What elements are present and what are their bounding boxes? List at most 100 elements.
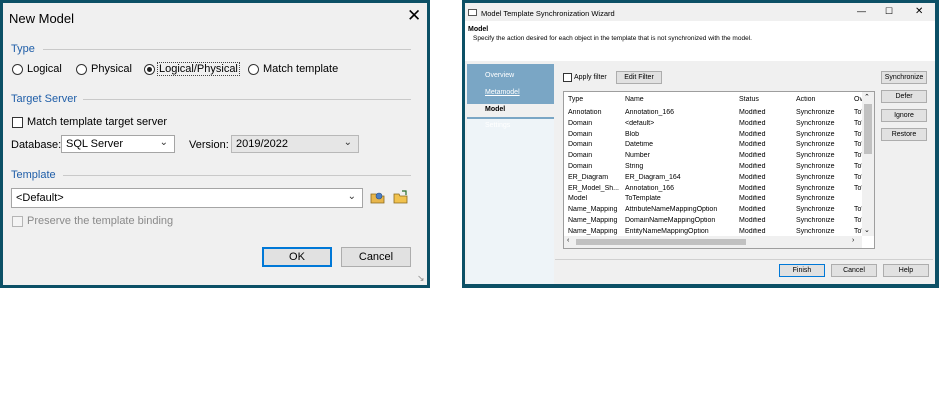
radio-physical[interactable] (76, 64, 87, 75)
table-cell: Name_Mapping (568, 217, 618, 224)
scroll-left-icon[interactable]: ‹ (567, 237, 569, 244)
match-target-server-checkbox[interactable] (12, 117, 23, 128)
table-cell: ER_Diagram_164 (625, 173, 681, 181)
table-cell: Synchronize (796, 195, 835, 203)
table-cell: Modified (739, 163, 766, 170)
apply-filter-checkbox[interactable] (563, 73, 572, 82)
table-cell: AttributeNameMappingOption (625, 206, 718, 214)
table-row[interactable]: Domain <default> Modified Synchronize To' (564, 120, 862, 130)
table-cell: Synchronize (796, 152, 835, 160)
nav-item-model[interactable]: Model (485, 106, 505, 113)
table-cell: To' (854, 141, 862, 149)
radio-logical[interactable] (12, 64, 23, 75)
table-row[interactable]: Name_Mapping AttributeNameMappingOption Mo… (564, 206, 862, 216)
close-icon[interactable]: ✕ (407, 6, 421, 26)
version-value: 2019/2022 (236, 138, 288, 150)
defer-button[interactable]: Defer (881, 90, 927, 103)
nav-item-metamodel[interactable]: Metamodel (485, 89, 520, 96)
chevron-down-icon: ⌄ (159, 137, 168, 148)
table-cell: Domain (568, 152, 593, 160)
table-cell: Annotation_166 (625, 184, 675, 192)
scroll-up-icon[interactable]: ⌃ (864, 93, 870, 101)
help-button[interactable]: Help (883, 264, 929, 277)
table-row[interactable]: Domain Number Modified Synchronize To' (564, 152, 862, 162)
match-target-server-label[interactable]: Match template target server (27, 116, 167, 128)
table-cell: ToTemplate (625, 195, 661, 203)
ignore-button[interactable]: Ignore (881, 109, 927, 122)
table-cell: Modified (739, 173, 766, 181)
table-cell: Domain (568, 130, 593, 138)
wizard-header: Model Specify the action desired for eac… (465, 21, 935, 61)
table-cell: Blob (625, 130, 640, 138)
horizontal-scrollbar[interactable]: ‹ › (564, 236, 862, 248)
radio-match-template-label[interactable]: Match template (263, 63, 338, 75)
synchronize-button[interactable]: Synchronize (881, 71, 927, 84)
type-section-label: Type (11, 43, 35, 55)
table-cell: To' (854, 217, 862, 224)
column-header[interactable]: Type (568, 96, 624, 103)
table-cell: To' (854, 152, 862, 160)
table-row[interactable]: Name_Mapping DomainNameMappingOption Modif… (564, 217, 862, 227)
table-row[interactable]: Annotation Annotation_166 Modified Synchron… (564, 109, 862, 119)
preserve-binding-checkbox[interactable] (12, 216, 23, 227)
hscroll-thumb[interactable] (576, 239, 746, 245)
nav-selected-highlight (467, 104, 554, 117)
table-row[interactable]: Domain Datetime Modified Synchronize To' (564, 141, 862, 151)
radio-physical-label[interactable]: Physical (91, 63, 132, 75)
table-cell: Modified (739, 152, 766, 160)
scroll-down-icon[interactable]: ⌄ (864, 226, 870, 234)
minimize-icon[interactable]: — (857, 6, 866, 16)
radio-logical-physical-label[interactable]: Logical/Physical (157, 62, 240, 76)
ok-button[interactable]: OK (262, 247, 332, 267)
table-cell: Annotation_166 (625, 109, 675, 116)
column-header[interactable]: Name (625, 96, 737, 103)
radio-logical-physical[interactable] (144, 64, 155, 75)
column-header[interactable]: Status (739, 96, 794, 103)
table-cell: <default> (625, 119, 655, 127)
table-cell: Annotation (568, 109, 602, 116)
wizard-title: Model Template Synchronization Wizard (481, 9, 615, 18)
table-cell: EntityNameMappingOption (625, 227, 709, 235)
template-divider (63, 175, 411, 176)
radio-match-template[interactable] (248, 64, 259, 75)
table-row[interactable]: ER_Diagram ER_Diagram_164 Modified Synchron… (564, 174, 862, 184)
table-cell: To' (854, 163, 862, 170)
scroll-right-icon[interactable]: › (852, 237, 854, 244)
app-icon (468, 9, 477, 16)
nav-item-settings[interactable]: Settings (485, 122, 510, 129)
browse-folder-icon[interactable] (393, 190, 408, 204)
cancel-button[interactable]: Cancel (831, 264, 877, 277)
nav-item-overview[interactable]: Overview (485, 72, 514, 79)
table-cell: Modified (739, 217, 766, 224)
target-server-divider (83, 99, 411, 100)
database-select[interactable]: SQL Server ⌄ (61, 135, 175, 153)
table-cell: Domain (568, 141, 593, 149)
radio-logical-label[interactable]: Logical (27, 63, 62, 75)
table-cell: Model (568, 195, 588, 203)
vscroll-thumb[interactable] (864, 104, 872, 154)
restore-button[interactable]: Restore (881, 128, 927, 141)
column-header[interactable]: Action (796, 96, 852, 103)
cancel-button[interactable]: Cancel (341, 247, 411, 267)
table-row[interactable]: ER_Model_Sh... Annotation_166 Modified Sync… (564, 185, 862, 195)
table-cell: Name_Mapping (568, 227, 618, 235)
edit-filter-button[interactable]: Edit Filter (616, 71, 662, 84)
table-cell: To' (854, 119, 862, 127)
table-row[interactable]: Domain Blob Modified Synchronize To' (564, 131, 862, 141)
template-select[interactable]: <Default> ⌄ (11, 188, 363, 208)
close-icon[interactable]: ✕ (915, 6, 923, 17)
table-row[interactable]: Model ToTemplate Modified Synchronize (564, 195, 862, 205)
open-template-icon[interactable] (370, 190, 385, 204)
preserve-binding-label: Preserve the template binding (27, 215, 174, 227)
sync-objects-table: Type Name Status Action Ov Annotation Annotat… (563, 91, 875, 249)
vertical-scrollbar[interactable]: ⌃ ⌄ (862, 92, 874, 236)
apply-filter-label[interactable]: Apply filter (574, 74, 607, 81)
table-cell: Modified (739, 130, 766, 138)
table-cell: Modified (739, 184, 766, 192)
table-cell: Modified (739, 109, 766, 116)
table-row[interactable]: Domain String Modified Synchronize To' (564, 163, 862, 173)
resize-grip-icon[interactable]: ↘ (417, 273, 425, 284)
version-select[interactable]: 2019/2022 ⌄ (231, 135, 359, 153)
finish-button[interactable]: Finish (779, 264, 825, 277)
maximize-icon[interactable]: ☐ (885, 6, 893, 17)
